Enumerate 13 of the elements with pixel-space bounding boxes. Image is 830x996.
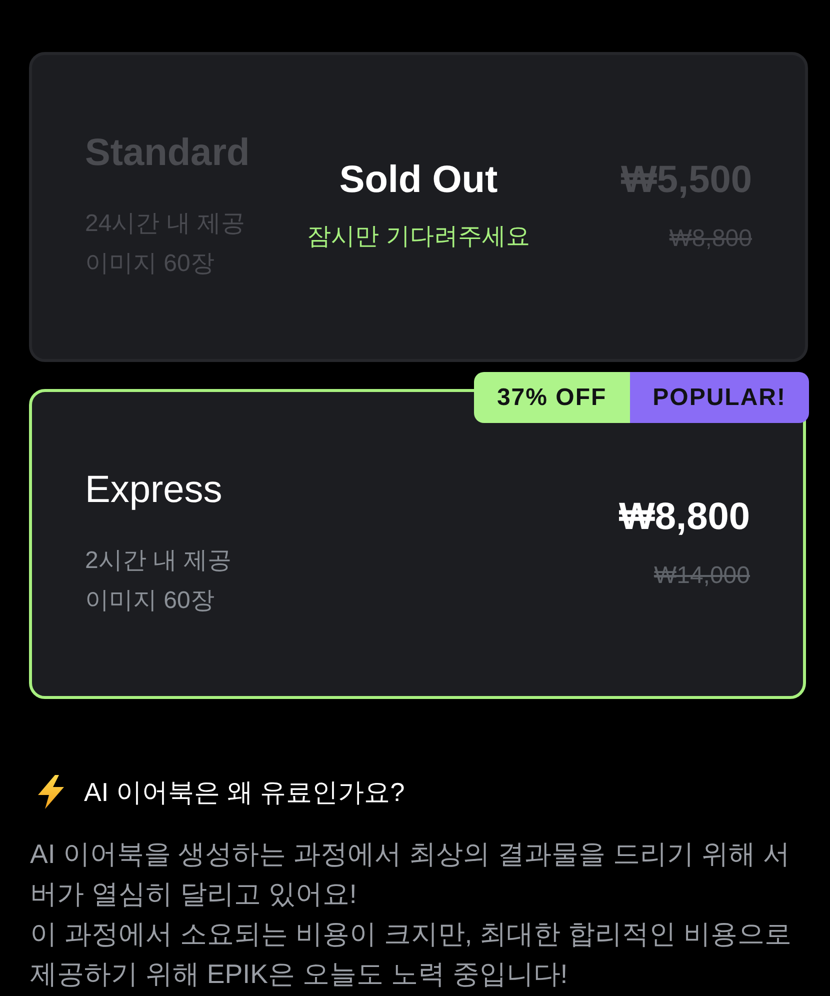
sold-out-title: Sold Out (339, 158, 498, 203)
plan-feature: 이미지 60장 (85, 586, 216, 616)
faq-text: 이 과정에서 소요되는 비용이 크지만, 최대한 합리적인 비용으로 제공하기 위해 EPIK은 오늘도 노력 중입니다! (30, 918, 793, 991)
faq-text: AI 이어북을 생성하는 과정에서 최상의 결과물을 드리기 위해 서버가 열심히 달리고 있어요! (30, 838, 791, 911)
sold-out-note: 잠시만 기다려주세요 (307, 222, 530, 252)
plan-name: Express (85, 468, 224, 513)
faq-title: AI 이어북은 왜 유료인가요? (84, 776, 405, 809)
plan-feature: 2시간 내 제공 (85, 546, 232, 576)
plan-price: ₩8,800 (619, 495, 750, 540)
plan-badge: 37% OFF (474, 372, 630, 423)
original-price: ₩14,000 (654, 561, 750, 591)
lightning-icon (36, 775, 66, 809)
plan-badge: POPULAR! (630, 372, 809, 423)
